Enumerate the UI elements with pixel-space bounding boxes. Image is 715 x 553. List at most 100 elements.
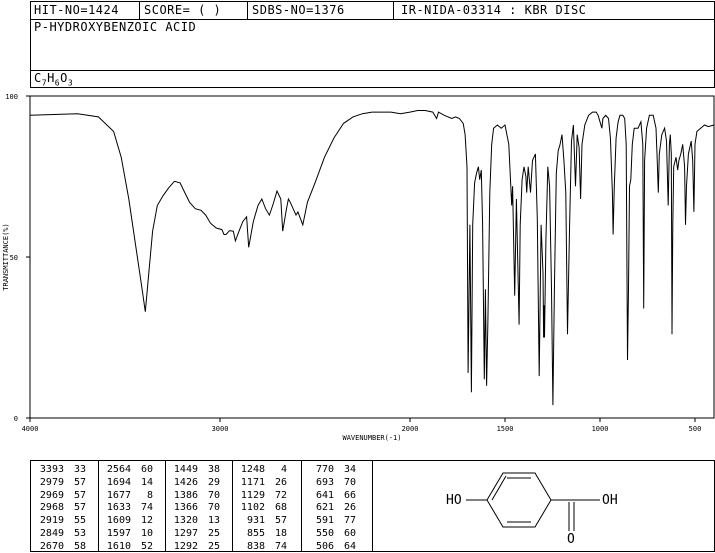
peak-transmittance: 38 xyxy=(207,464,220,475)
spectrum-series-line xyxy=(29,110,715,406)
peak-wavenumber: 770 xyxy=(315,464,334,475)
peak-table-row: 1366 70 xyxy=(170,501,228,514)
peak-wavenumber: 2670 xyxy=(39,540,64,552)
x-tick-label: 500 xyxy=(689,425,702,433)
peak-transmittance: 29 xyxy=(207,476,220,488)
peak-table-row: 591 77 xyxy=(306,514,364,527)
peak-transmittance: 70 xyxy=(343,476,356,488)
peak-table-row: 1129 72 xyxy=(237,489,295,502)
peak-transmittance: 33 xyxy=(73,464,86,475)
peak-table-row: 1694 14 xyxy=(103,476,161,489)
peak-table-row: 3393 33 xyxy=(36,463,94,476)
peak-wavenumber: 1320 xyxy=(173,515,198,527)
peak-table-row: 506 64 xyxy=(306,540,364,553)
peak-wavenumber: 1386 xyxy=(173,489,198,501)
peak-transmittance: 70 xyxy=(207,502,220,514)
x-tick-label: 3000 xyxy=(212,425,229,433)
peak-wavenumber: 621 xyxy=(315,502,334,514)
peak-table-row: 2564 60 xyxy=(103,463,161,476)
plot-frame xyxy=(29,95,715,419)
peak-wavenumber: 1449 xyxy=(173,464,198,475)
peak-table-row: 1171 26 xyxy=(237,476,295,489)
peak-wavenumber: 641 xyxy=(315,489,334,501)
peak-table-row: 1292 25 xyxy=(170,540,228,553)
peak-transmittance: 74 xyxy=(274,540,287,552)
peak-wavenumber: 1129 xyxy=(240,489,265,501)
peak-transmittance: 13 xyxy=(207,515,220,527)
peak-wavenumber: 693 xyxy=(315,476,334,488)
peak-transmittance: 14 xyxy=(140,476,153,488)
peak-wavenumber: 506 xyxy=(315,540,334,552)
peak-wavenumber: 1292 xyxy=(173,540,198,552)
peak-wavenumber: 1426 xyxy=(173,476,198,488)
y-tick-label: 0 xyxy=(14,415,18,423)
peak-table-row: 2670 58 xyxy=(36,540,94,553)
peak-wavenumber: 1694 xyxy=(106,476,131,488)
peak-transmittance: 52 xyxy=(140,540,153,552)
peak-table-row: 641 66 xyxy=(306,489,364,502)
peak-wavenumber: 2919 xyxy=(39,515,64,527)
peak-wavenumber: 1633 xyxy=(106,502,131,514)
peak-transmittance: 4 xyxy=(280,464,287,475)
peak-table-row: 1297 25 xyxy=(170,527,228,540)
peak-transmittance: 57 xyxy=(274,515,287,527)
peak-table-row: 1633 74 xyxy=(103,501,161,514)
peak-wavenumber: 931 xyxy=(246,515,265,527)
peak-transmittance: 57 xyxy=(73,489,86,501)
peak-wavenumber: 838 xyxy=(246,540,265,552)
peak-wavenumber: 1677 xyxy=(106,489,131,501)
peak-wavenumber: 855 xyxy=(246,528,265,539)
peak-transmittance: 66 xyxy=(343,489,356,501)
peak-transmittance: 25 xyxy=(207,528,220,539)
peak-table-row: 2969 57 xyxy=(36,489,94,502)
peak-col-divider xyxy=(165,460,166,552)
peak-wavenumber: 1366 xyxy=(173,502,198,514)
peak-table-row: 1426 29 xyxy=(170,476,228,489)
peak-table-row: 1102 68 xyxy=(237,501,295,514)
peak-transmittance: 55 xyxy=(73,515,86,527)
peak-wavenumber: 591 xyxy=(315,515,334,527)
peak-transmittance: 74 xyxy=(140,502,153,514)
peak-table-row: 2919 55 xyxy=(36,514,94,527)
axis-tick-labels: 4000 3000 2000 1500 1000 500100500 xyxy=(5,93,701,433)
ir-spectrum-chart: 4000 3000 2000 1500 1000 500100500 WAVENUMBER… xyxy=(2,93,715,442)
peak-transmittance: 18 xyxy=(274,528,287,539)
peak-transmittance: 60 xyxy=(140,464,153,475)
peak-wavenumber: 1102 xyxy=(240,502,265,514)
x-tick-label: 1000 xyxy=(592,425,609,433)
peak-wavenumber: 2968 xyxy=(39,502,64,514)
peak-wavenumber: 3393 xyxy=(39,464,64,475)
peak-table-row: 1677 8 xyxy=(103,489,161,502)
peak-table-row: 1449 38 xyxy=(170,463,228,476)
x-tick-label: 2000 xyxy=(402,425,419,433)
peak-transmittance: 70 xyxy=(207,489,220,501)
peak-wavenumber: 2849 xyxy=(39,528,64,539)
peak-table-row: 1609 12 xyxy=(103,514,161,527)
peak-table-row: 1610 52 xyxy=(103,540,161,553)
peak-transmittance: 53 xyxy=(73,528,86,539)
y-axis-label: TRANSMITTANCE(%) xyxy=(2,223,10,290)
x-axis-label: WAVENUMBER(-1) xyxy=(342,434,401,442)
peak-table-row: 621 26 xyxy=(306,501,364,514)
peak-col-divider xyxy=(98,460,99,552)
peak-table-row: 693 70 xyxy=(306,476,364,489)
peak-table-row: 1386 70 xyxy=(170,489,228,502)
axis-ticks xyxy=(26,95,696,422)
x-tick-label: 4000 xyxy=(22,425,39,433)
peak-col-divider xyxy=(232,460,233,552)
peak-wavenumber: 550 xyxy=(315,528,334,539)
peak-wavenumber: 1248 xyxy=(240,464,265,475)
peak-table-row: 855 18 xyxy=(237,527,295,540)
peak-transmittance: 68 xyxy=(274,502,287,514)
x-tick-label: 1500 xyxy=(497,425,514,433)
peak-transmittance: 72 xyxy=(274,489,287,501)
peak-col-divider xyxy=(301,460,302,552)
peak-transmittance: 60 xyxy=(343,528,356,539)
peak-wavenumber: 2969 xyxy=(39,489,64,501)
peak-transmittance: 77 xyxy=(343,515,356,527)
peak-transmittance: 57 xyxy=(73,502,86,514)
peak-transmittance: 26 xyxy=(343,502,356,514)
peak-wavenumber: 1610 xyxy=(106,540,131,552)
peak-table-row: 1320 13 xyxy=(170,514,228,527)
peak-transmittance: 34 xyxy=(343,464,356,475)
